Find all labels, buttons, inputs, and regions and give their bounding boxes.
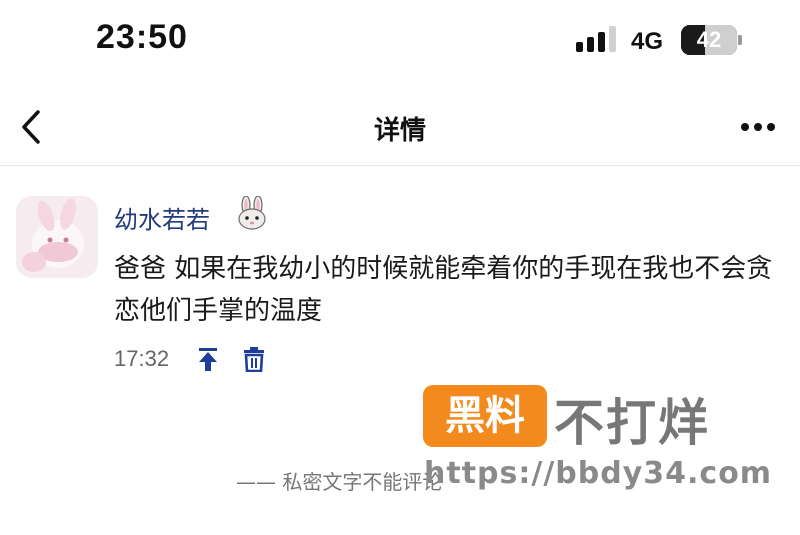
delete-button[interactable]: [242, 346, 266, 373]
watermark-url: https://bbdy34.com: [424, 456, 773, 491]
status-time: 23:50: [96, 18, 188, 56]
rabbit-face-icon: [234, 195, 270, 230]
comment-time: 17:32: [114, 346, 170, 371]
page-title: 详情: [373, 116, 426, 146]
more-icon: [741, 123, 775, 131]
avatar[interactable]: [16, 196, 98, 278]
username[interactable]: 幼水若若: [114, 200, 210, 235]
trash-icon: [244, 347, 264, 373]
cellular-signal-icon: [576, 26, 620, 52]
pin-to-top-icon: [199, 348, 217, 371]
watermark-badge: 黑料: [423, 385, 547, 447]
more-button[interactable]: [736, 112, 780, 142]
battery-cap: [738, 35, 742, 45]
status-bar: 23:50 4G 42: [0, 0, 800, 80]
watermark-text: 不打烊: [554, 394, 710, 452]
battery-icon: 42: [681, 25, 737, 55]
comment-text: 爸爸 如果在我幼小的时候就能牵着你的手现在我也不会贪恋他们手掌的温度: [114, 254, 773, 326]
battery-percent: 42: [696, 27, 722, 52]
private-comment-notice: —— 私密文字不能评论: [236, 470, 443, 494]
nav-bar: 详情: [0, 92, 800, 166]
pin-top-button[interactable]: [196, 346, 220, 372]
comment: 幼水若若 爸爸 如果在我幼小的时候就能牵着你的手现在我也不会贪恋他们手掌的温度 …: [0, 166, 800, 535]
network-type: 4G: [631, 28, 664, 55]
